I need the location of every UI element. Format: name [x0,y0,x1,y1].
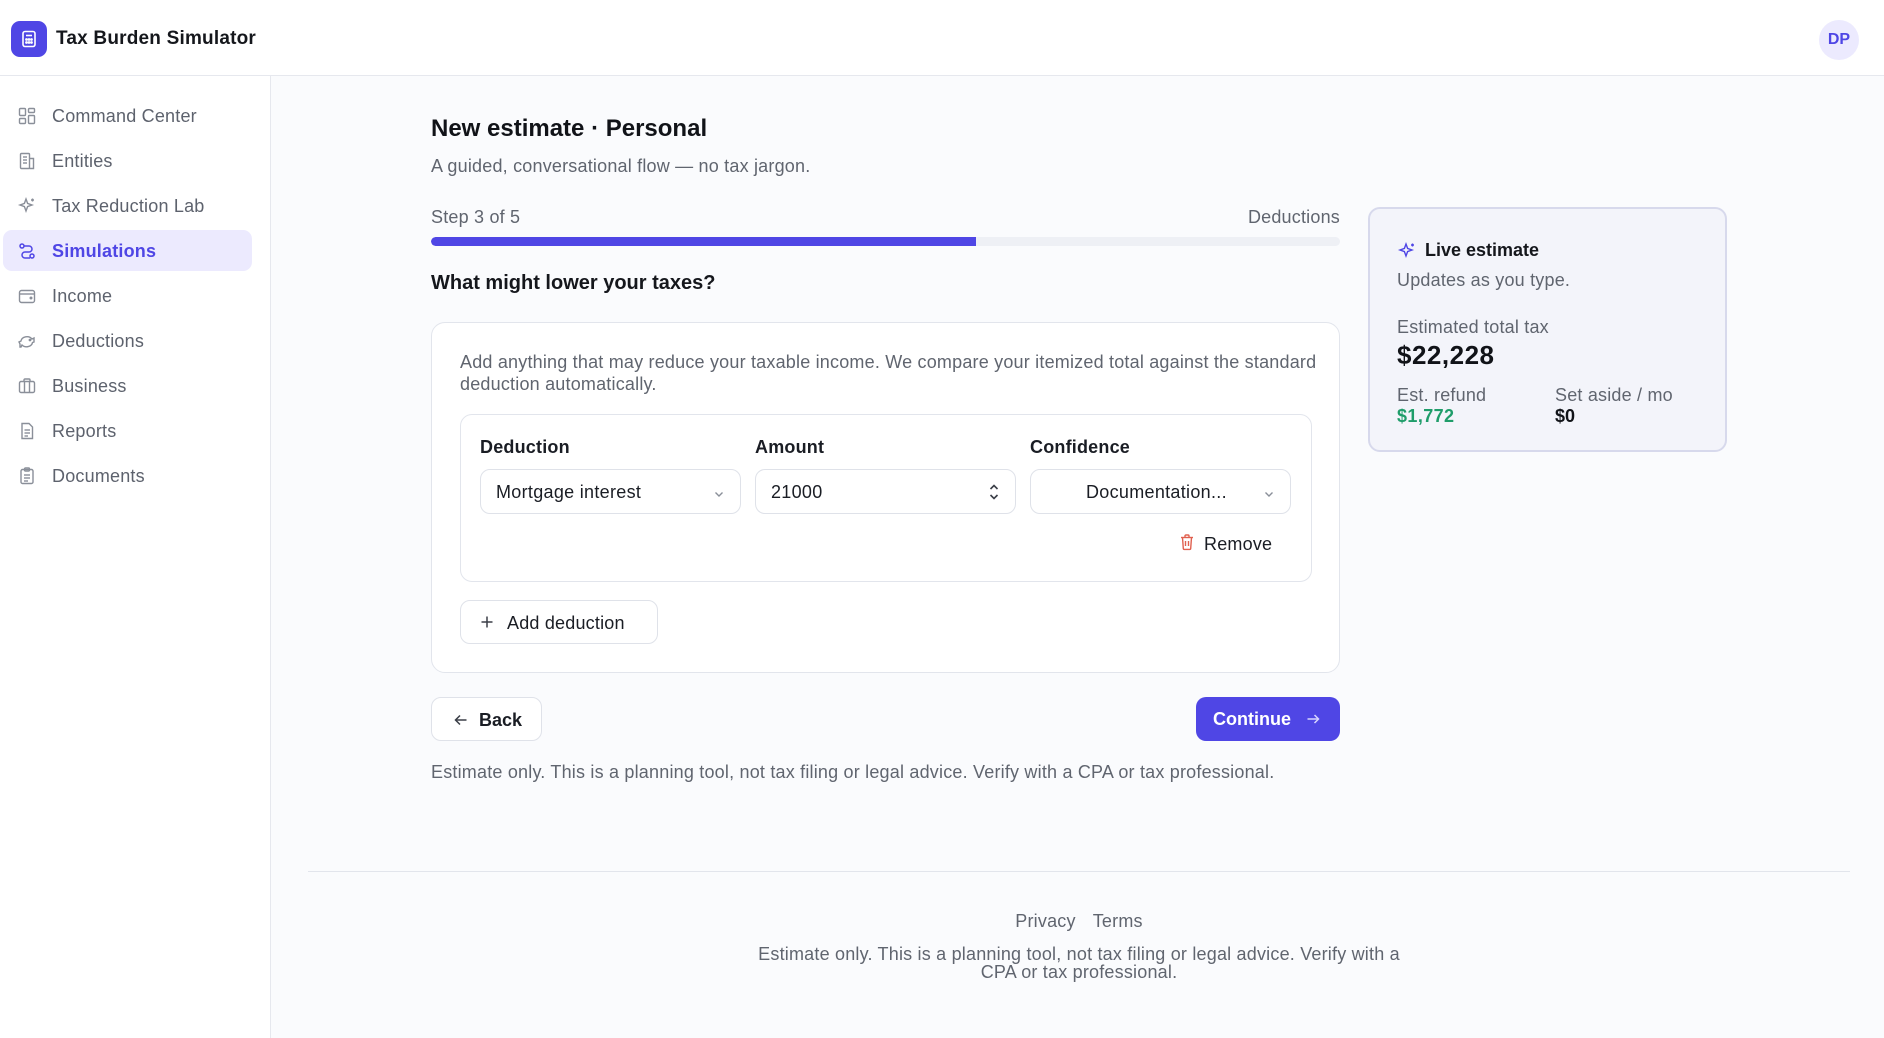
step-name: Deductions [1247,207,1340,227]
app-title: Tax Burden Simulator [56,28,257,49]
plus-icon [480,615,494,634]
step-label: Step 3 of 5 [431,207,521,227]
sidebar-item-deductions[interactable]: Deductions [3,320,252,361]
report-icon [17,421,37,441]
sidebar-item-simulations[interactable]: Simulations [3,230,252,271]
confidence-label: Confidence [1030,437,1131,457]
wallet-icon [17,286,37,306]
sidebar-item-label: Documents [52,466,145,486]
progress-fill [431,237,977,246]
briefcase-icon [17,376,37,396]
stepper-icon[interactable] [987,481,1001,503]
sidebar-item-label: Command Center [52,106,197,126]
remove-label: Remove [1204,533,1273,554]
sparkles-icon [1397,241,1417,266]
footer-note: Estimate only. This is a planning tool, … [758,944,1400,982]
chevron-down-icon [1262,485,1276,499]
deductions-card: Add anything that may reduce your taxabl… [431,322,1340,673]
disclaimer: Estimate only. This is a planning tool, … [431,762,1275,782]
footer-links: Privacy Terms [0,911,1884,932]
sidebar-item-label: Tax Reduction Lab [52,196,205,216]
dashboard-icon [17,106,37,126]
live-estimate-card: Live estimate Updates as you type. Estim… [1368,207,1727,452]
amount-input[interactable]: 21000 [755,469,1016,514]
progress-bar [431,237,1340,246]
arrow-right-icon [1306,712,1320,731]
continue-label: Continue [1213,709,1291,729]
amount-label: Amount [755,437,825,457]
sidebar-item-entities[interactable]: Entities [3,140,252,181]
refund-label: Est. refund [1397,385,1487,405]
continue-button[interactable]: Continue [1196,697,1340,741]
remove-button[interactable]: Remove [1179,531,1272,557]
chevron-down-icon [712,485,726,499]
piggy-bank-icon [17,331,37,351]
sidebar-item-label: Income [52,286,113,306]
footer-divider [308,871,1850,872]
sidebar-item-tax-reduction-lab[interactable]: Tax Reduction Lab [3,185,252,226]
deduction-value: Mortgage interest [496,482,642,502]
terms-link[interactable]: Terms [1093,911,1143,931]
add-deduction-button[interactable]: Add deduction [460,600,658,644]
avatar[interactable]: DP [1819,20,1859,60]
add-deduction-label: Add deduction [507,613,625,633]
amount-value: 21000 [771,482,823,502]
question-heading: What might lower your taxes? [431,272,716,294]
live-estimate-title: Live estimate [1425,240,1540,260]
confidence-select[interactable]: Documentation... [1030,469,1291,514]
sidebar-item-label: Deductions [52,331,145,351]
set-aside-value: $0 [1555,406,1576,426]
sparkles-icon [17,196,37,216]
card-hint: Add anything that may reduce your taxabl… [460,352,1317,394]
arrow-left-icon [453,712,469,733]
sidebar-item-income[interactable]: Income [3,275,252,316]
live-estimate-subtitle: Updates as you type. [1397,270,1571,290]
confidence-value: Documentation... [1086,482,1227,502]
refund-value: $1,772 [1397,406,1455,426]
estimated-total-value: $22,228 [1397,340,1495,370]
deduction-row: Deduction Mortgage interest Amount 21000… [460,414,1312,582]
route-icon [17,241,37,261]
sidebar-item-documents[interactable]: Documents [3,455,252,496]
sidebar: Command Center Entities Tax Reduction La… [0,76,271,1038]
sidebar-item-label: Reports [52,421,117,441]
trash-icon [1179,533,1195,556]
page-title: New estimate · Personal [431,115,708,142]
privacy-link[interactable]: Privacy [1015,911,1075,931]
building-icon [17,151,37,171]
sidebar-item-label: Business [52,376,127,396]
set-aside-label: Set aside / mo [1555,385,1673,405]
sidebar-item-command-center[interactable]: Command Center [3,95,252,136]
sidebar-item-business[interactable]: Business [3,365,252,406]
back-button[interactable]: Back [431,697,542,741]
deduction-label: Deduction [480,437,570,457]
sidebar-item-label: Simulations [52,241,157,261]
sidebar-item-label: Entities [52,151,113,171]
back-label: Back [479,710,523,730]
sidebar-item-reports[interactable]: Reports [3,410,252,451]
top-bar: Tax Burden Simulator DP [0,0,1884,76]
calculator-icon[interactable] [11,21,47,57]
deduction-select[interactable]: Mortgage interest [480,469,741,514]
page-subtitle: A guided, conversational flow — no tax j… [431,156,811,176]
clipboard-icon [17,466,37,486]
estimated-total-label: Estimated total tax [1397,317,1549,337]
